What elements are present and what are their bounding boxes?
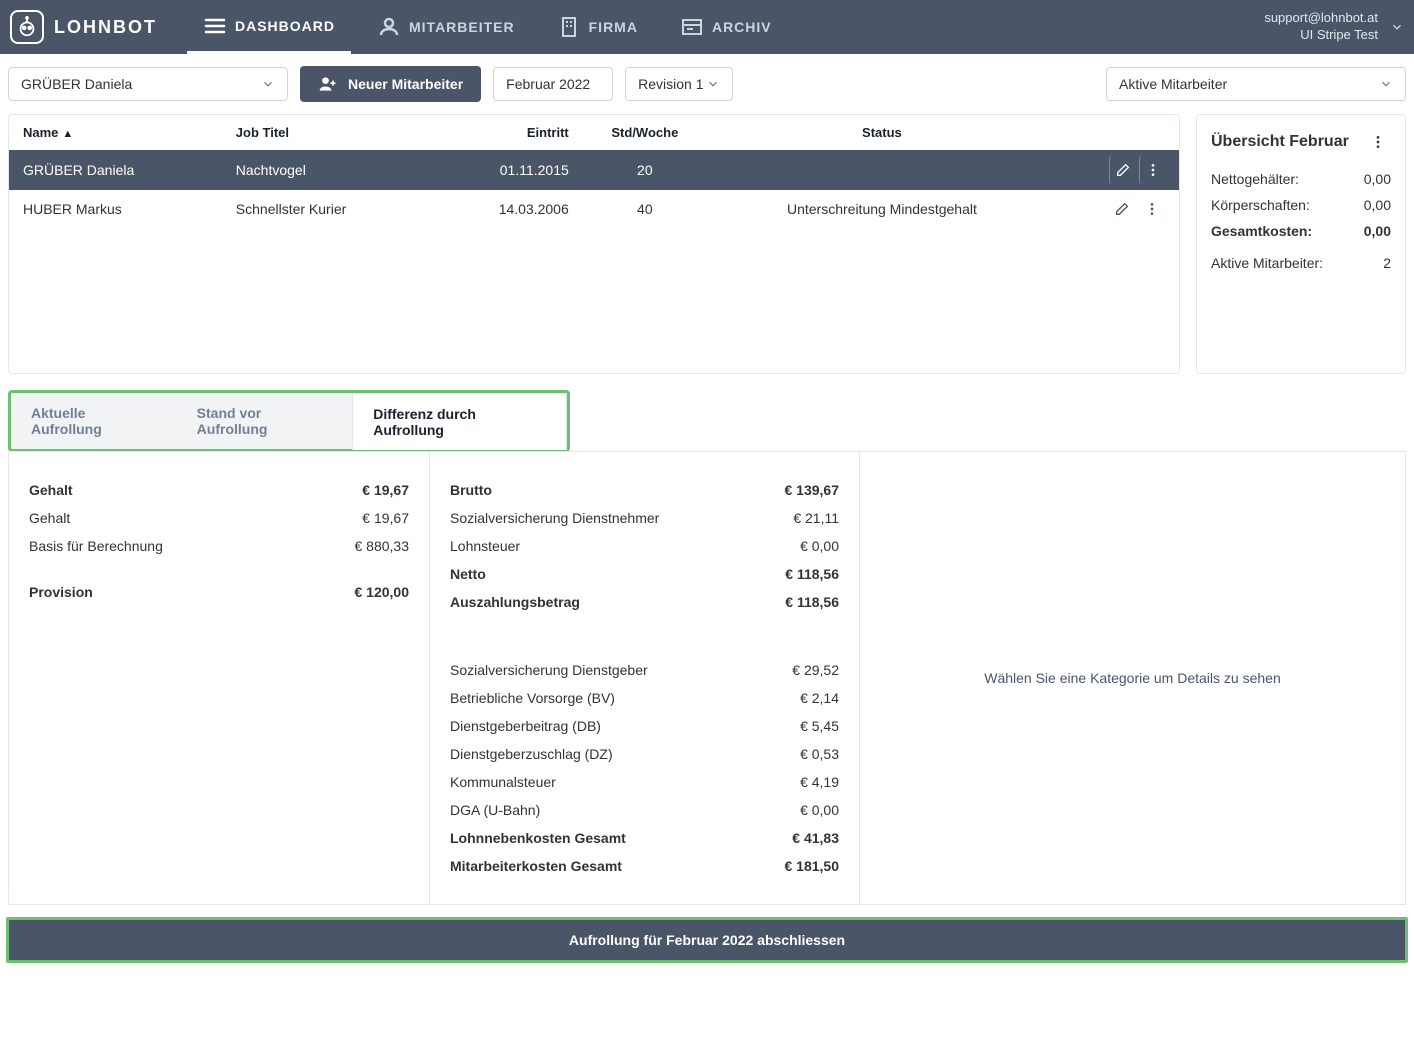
add-user-icon [318, 74, 338, 94]
nav-firma[interactable]: FIRMA [541, 0, 654, 54]
salary-right-column: Brutto€ 139,67 Sozialversicherung Dienst… [429, 452, 859, 904]
overview-title: Übersicht Februar [1211, 133, 1349, 151]
nav-mitarbeiter[interactable]: MITARBEITER [361, 0, 531, 54]
finish-aufrollung-button[interactable]: Aufrollung für Februar 2022 abschliessen [6, 917, 1408, 963]
edit-row-button[interactable] [1109, 196, 1135, 222]
row-menu-button[interactable] [1139, 156, 1165, 184]
revision-select[interactable]: Revision 1 [625, 67, 733, 101]
cell-name: HUBER Markus [9, 190, 228, 228]
aufrollung-content: Gehalt€ 19,67 Gehalt€ 19,67 Basis für Be… [8, 451, 1406, 905]
month-select-value: Februar 2022 [506, 76, 590, 92]
brand-name: LOHNBOT [54, 17, 157, 38]
edit-icon [1114, 201, 1130, 217]
brand: LOHNBOT [10, 10, 157, 44]
detail-placeholder: Wählen Sie eine Kategorie um Details zu … [859, 452, 1405, 904]
topbar: LOHNBOT DASHBOARD MITARBEITER FIRMA ARCH… [0, 0, 1414, 54]
chevron-down-icon [1390, 20, 1404, 34]
sort-asc-icon: ▲ [62, 128, 73, 140]
cell-job: Schnellster Kurier [228, 190, 436, 228]
table-row[interactable]: HUBER MarkusSchnellster Kurier14.03.2006… [9, 190, 1179, 228]
table-row[interactable]: GRÜBER DanielaNachtvogel01.11.201520 [9, 150, 1179, 190]
chevron-down-icon [261, 77, 275, 91]
overview-card: Übersicht Februar Nettogehälter:0,00 Kör… [1196, 114, 1406, 374]
cell-job: Nachtvogel [228, 150, 436, 190]
logo-icon [10, 10, 44, 44]
cell-status: Unterschreitung Mindestgehalt [713, 190, 1051, 228]
col-status[interactable]: Status [713, 115, 1051, 150]
menu-icon [203, 14, 227, 38]
user-email: support@lohnbot.at [1264, 10, 1378, 27]
overview-menu-button[interactable] [1365, 129, 1391, 155]
col-std[interactable]: Std/Woche [577, 115, 713, 150]
nav-mitarbeiter-label: MITARBEITER [409, 19, 515, 35]
tab-stand-vor-aufrollung[interactable]: Stand vor Aufrollung [177, 393, 353, 449]
employee-table: Name▲ Job Titel Eintritt Std/Woche Statu… [9, 115, 1179, 228]
revision-select-value: Revision 1 [638, 76, 703, 92]
user-menu-toggle[interactable] [1390, 20, 1404, 34]
employee-select[interactable]: GRÜBER Daniela [8, 67, 288, 101]
building-icon [557, 15, 581, 39]
overview-korp-row: Körperschaften:0,00 [1211, 197, 1391, 213]
cell-eintritt: 14.03.2006 [435, 190, 576, 228]
cell-name: GRÜBER Daniela [9, 150, 228, 190]
edit-row-button[interactable] [1109, 156, 1135, 184]
more-vertical-icon [1370, 134, 1386, 150]
finish-aufrollung-label: Aufrollung für Februar 2022 abschliessen [569, 932, 845, 948]
chevron-down-icon [706, 77, 720, 91]
nav-firma-label: FIRMA [589, 19, 638, 35]
main-nav: DASHBOARD MITARBEITER FIRMA ARCHIV [187, 0, 788, 54]
overview-active-row: Aktive Mitarbeiter:2 [1211, 255, 1391, 271]
nav-archiv-label: ARCHIV [712, 19, 772, 35]
col-eintritt[interactable]: Eintritt [435, 115, 576, 150]
col-name[interactable]: Name▲ [9, 115, 228, 150]
detail-hint-text: Wählen Sie eine Kategorie um Details zu … [984, 670, 1281, 686]
more-vertical-icon [1144, 201, 1160, 217]
row-menu-button[interactable] [1139, 196, 1165, 222]
month-select[interactable]: Februar 2022 [493, 67, 613, 101]
col-job[interactable]: Job Titel [228, 115, 436, 150]
nav-dashboard[interactable]: DASHBOARD [187, 0, 351, 54]
employee-table-card: Name▲ Job Titel Eintritt Std/Woche Statu… [8, 114, 1180, 374]
archive-icon [680, 15, 704, 39]
overview-gesamt-row: Gesamtkosten:0,00 [1211, 223, 1391, 239]
edit-icon [1115, 162, 1131, 178]
salary-left-column: Gehalt€ 19,67 Gehalt€ 19,67 Basis für Be… [9, 452, 429, 904]
new-employee-button[interactable]: Neuer Mitarbeiter [300, 66, 481, 102]
filter-select-value: Aktive Mitarbeiter [1119, 76, 1227, 92]
user-sub: UI Stripe Test [1264, 27, 1378, 44]
cell-status [713, 150, 1051, 190]
tab-differenz-aufrollung[interactable]: Differenz durch Aufrollung [352, 393, 567, 450]
cell-std: 40 [577, 190, 713, 228]
more-vertical-icon [1145, 162, 1161, 178]
overview-netto-row: Nettogehälter:0,00 [1211, 171, 1391, 187]
aufrollung-tabs: Aktuelle Aufrollung Stand vor Aufrollung… [8, 390, 570, 452]
tab-aktuelle-aufrollung[interactable]: Aktuelle Aufrollung [11, 393, 177, 449]
cell-std: 20 [577, 150, 713, 190]
employee-select-value: GRÜBER Daniela [21, 76, 132, 92]
filter-select[interactable]: Aktive Mitarbeiter [1106, 67, 1406, 101]
person-icon [377, 15, 401, 39]
nav-archiv[interactable]: ARCHIV [664, 0, 788, 54]
toolbar: GRÜBER Daniela Neuer Mitarbeiter Februar… [0, 54, 1414, 114]
user-info: support@lohnbot.at UI Stripe Test [1264, 10, 1384, 44]
nav-dashboard-label: DASHBOARD [235, 18, 335, 34]
chevron-down-icon [1379, 77, 1393, 91]
cell-eintritt: 01.11.2015 [435, 150, 576, 190]
new-employee-label: Neuer Mitarbeiter [348, 76, 463, 92]
